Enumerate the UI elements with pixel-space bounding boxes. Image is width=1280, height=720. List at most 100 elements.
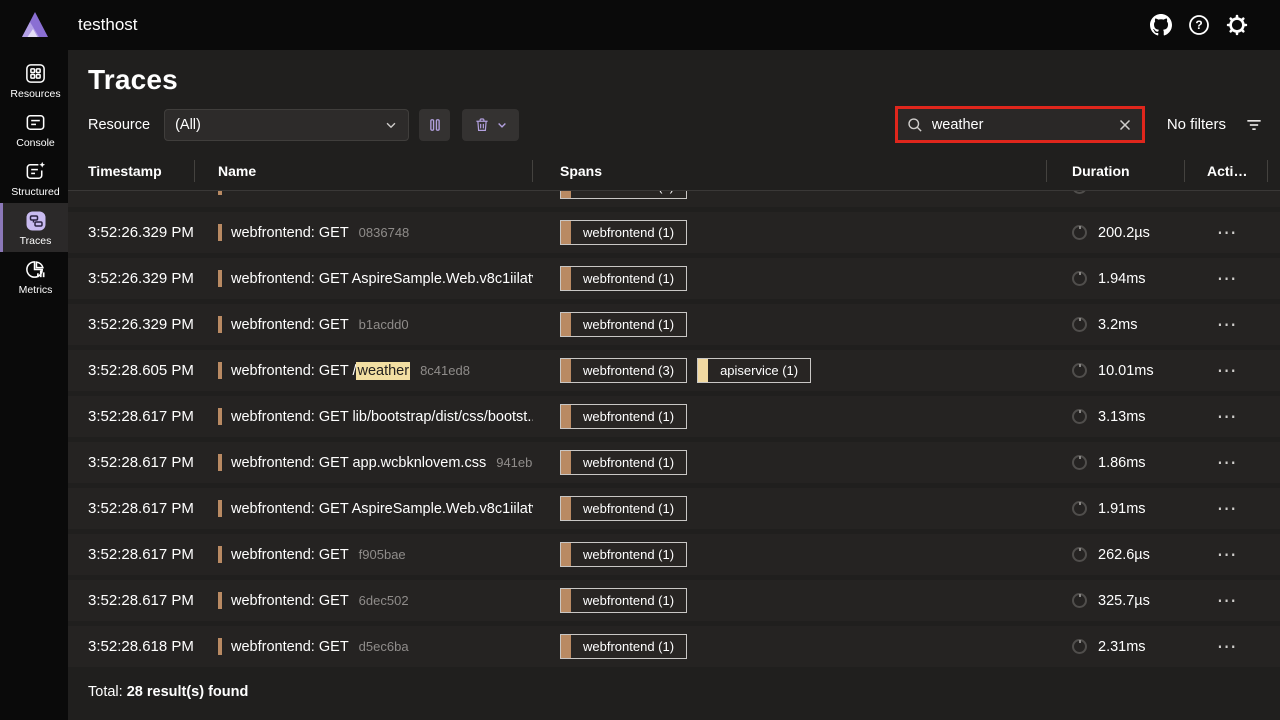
row-actions-button[interactable]: ⋯: [1211, 270, 1243, 288]
span-badge: webfrontend (1): [560, 450, 687, 475]
help-button[interactable]: ?: [1186, 12, 1212, 38]
duration-cell: 325.7µs: [1047, 593, 1185, 609]
trace-row[interactable]: 3:52:28.617 PMwebfrontend: GET6dec502web…: [68, 580, 1280, 621]
sidebar-item-metrics[interactable]: Metrics: [0, 252, 68, 301]
actions-cell: ⋯: [1185, 316, 1268, 334]
name-cell: webfrontend: GET /weather8c41ed8: [195, 362, 533, 380]
row-actions-button[interactable]: ⋯: [1211, 500, 1243, 518]
name-cell: webfrontend: GET6dec502: [195, 592, 533, 609]
duration-ring-icon: [1072, 501, 1087, 516]
actions-cell: ⋯: [1185, 224, 1268, 242]
sidebar-item-structured[interactable]: Structured: [0, 154, 68, 203]
traces-page: Traces Resource (All): [68, 50, 1280, 720]
row-actions-button[interactable]: ⋯: [1211, 408, 1243, 426]
spans-cell: webfrontend (1): [533, 404, 1047, 429]
trace-row-clipped[interactable]: webfrontend (1)⋯: [68, 191, 1280, 207]
settings-button[interactable]: [1224, 12, 1250, 38]
actions-cell: ⋯: [1185, 362, 1268, 380]
timestamp-cell: 3:52:26.329 PM: [88, 224, 195, 241]
span-badge-label: webfrontend (1): [571, 409, 686, 424]
timestamp-cell: 3:52:28.617 PM: [88, 408, 195, 425]
chevron-down-icon: [384, 118, 398, 132]
span-badge: webfrontend (3): [560, 358, 687, 383]
trace-row[interactable]: 3:52:28.605 PMwebfrontend: GET /weather8…: [68, 350, 1280, 391]
name-color-bar: [218, 500, 222, 517]
duration-value: 262.6µs: [1098, 547, 1150, 563]
name-color-bar: [218, 191, 222, 195]
duration-ring-icon: [1072, 639, 1087, 654]
search-icon: [906, 116, 924, 134]
duration-ring-icon: [1072, 593, 1087, 608]
sidebar-item-resources[interactable]: Resources: [0, 56, 68, 105]
trace-row[interactable]: 3:52:28.617 PMwebfrontend: GET app.wcbkn…: [68, 442, 1280, 483]
duration-ring-icon: [1072, 225, 1087, 240]
github-button[interactable]: [1148, 12, 1174, 38]
trace-row[interactable]: 3:52:26.329 PMwebfrontend: GET0836748web…: [68, 212, 1280, 253]
filter-icon: [1244, 115, 1264, 135]
row-actions-button[interactable]: ⋯: [1211, 362, 1243, 380]
timestamp-cell: 3:52:28.617 PM: [88, 454, 195, 471]
row-actions-button[interactable]: ⋯: [1211, 191, 1243, 196]
close-icon: [1118, 118, 1132, 132]
span-badge-label: webfrontend (1): [571, 547, 686, 562]
span-badge-stripe: [698, 359, 708, 382]
span-badge: apiservice (1): [697, 358, 811, 383]
span-badge-label: webfrontend (1): [571, 501, 686, 516]
trace-id: b1acdd0: [359, 317, 409, 332]
trace-id: f905bae: [359, 547, 406, 562]
pause-button[interactable]: [419, 109, 450, 141]
trace-name: webfrontend: GET /: [231, 363, 356, 379]
span-badge-stripe: [561, 221, 571, 244]
trace-name: webfrontend: GET: [231, 639, 349, 655]
sidebar-item-console[interactable]: Console: [0, 105, 68, 154]
row-actions-button[interactable]: ⋯: [1211, 638, 1243, 656]
span-badge: webfrontend (1): [560, 404, 687, 429]
traces-table-body: webfrontend (1)⋯3:52:26.329 PMwebfronten…: [68, 191, 1280, 672]
resource-select[interactable]: (All): [164, 109, 409, 141]
filters-button[interactable]: [1242, 113, 1266, 137]
name-cell: webfrontend: GET0836748: [195, 224, 533, 241]
resource-label: Resource: [88, 117, 150, 133]
trace-row[interactable]: 3:52:26.329 PMwebfrontend: GET AspireSam…: [68, 258, 1280, 299]
trace-id: 6dec502: [359, 593, 409, 608]
timestamp-cell: 3:52:26.329 PM: [88, 270, 195, 287]
span-badge-stripe: [561, 191, 571, 198]
total-label: Total:: [88, 684, 123, 700]
sidebar-item-traces[interactable]: Traces: [0, 203, 68, 252]
trace-row[interactable]: 3:52:28.617 PMwebfrontend: GETf905baeweb…: [68, 534, 1280, 575]
console-icon: [24, 111, 48, 135]
search-input[interactable]: [932, 117, 1108, 133]
trace-row[interactable]: 3:52:26.329 PMwebfrontend: GETb1acdd0web…: [68, 304, 1280, 345]
span-badge-label: webfrontend (1): [571, 455, 686, 470]
trace-row[interactable]: 3:52:28.617 PMwebfrontend: GET lib/boots…: [68, 396, 1280, 437]
span-badge-stripe: [561, 313, 571, 336]
row-actions-button[interactable]: ⋯: [1211, 316, 1243, 334]
traces-toolbar: Resource (All): [88, 106, 1266, 143]
span-badge-label: apiservice (1): [708, 363, 810, 378]
trace-row[interactable]: 3:52:28.617 PMwebfrontend: GET AspireSam…: [68, 488, 1280, 529]
duration-value: 3.2ms: [1098, 317, 1138, 333]
trace-row[interactable]: 3:52:28.618 PMwebfrontend: GETd5ec6baweb…: [68, 626, 1280, 667]
timestamp-cell: 3:52:28.605 PM: [88, 362, 195, 379]
help-icon: ?: [1187, 13, 1211, 37]
row-actions-button[interactable]: ⋯: [1211, 546, 1243, 564]
clear-traces-button[interactable]: [462, 109, 519, 141]
span-badge-stripe: [561, 635, 571, 658]
name-cell: webfrontend: GETb1acdd0: [195, 316, 533, 333]
row-actions-button[interactable]: ⋯: [1211, 454, 1243, 472]
row-actions-button[interactable]: ⋯: [1211, 592, 1243, 610]
duration-cell: 2.31ms: [1047, 639, 1185, 655]
trash-icon: [473, 116, 491, 134]
span-badge-stripe: [561, 267, 571, 290]
trace-id: 0836748: [359, 225, 410, 240]
spans-cell: webfrontend (1): [533, 588, 1047, 613]
span-badge: webfrontend (1): [560, 542, 687, 567]
duration-value: 10.01ms: [1098, 363, 1154, 379]
clear-search-button[interactable]: [1116, 116, 1134, 134]
spans-cell: webfrontend (1): [533, 266, 1047, 291]
timestamp-cell: 3:52:28.617 PM: [88, 546, 195, 563]
resources-icon: [24, 62, 48, 86]
span-badge: webfrontend (1): [560, 634, 687, 659]
aspire-logo-icon: [20, 10, 50, 40]
row-actions-button[interactable]: ⋯: [1211, 224, 1243, 242]
